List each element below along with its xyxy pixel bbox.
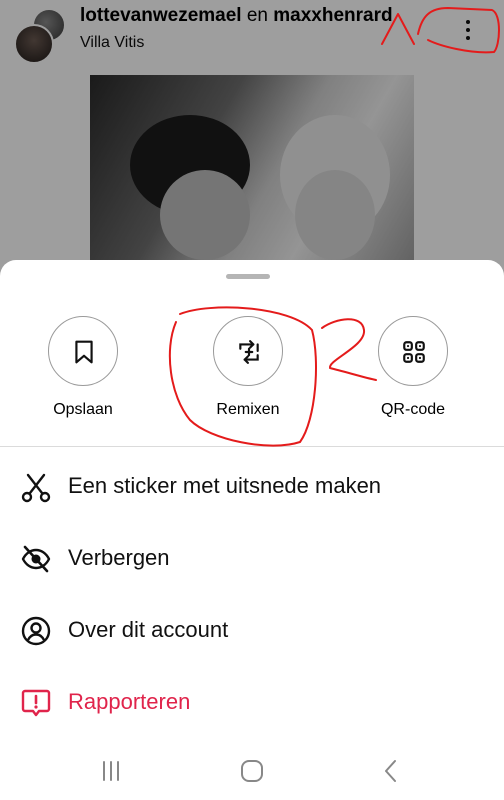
remix-button[interactable]: Remixen: [193, 316, 303, 428]
menu-item-hide[interactable]: Verbergen: [0, 529, 504, 585]
menu-item-about-account[interactable]: Over dit account: [0, 601, 504, 657]
recent-apps-icon[interactable]: [96, 758, 126, 784]
menu-item-label: Rapporteren: [68, 689, 191, 714]
save-button-circle[interactable]: [48, 316, 118, 386]
menu-item-label: Over dit account: [68, 617, 229, 642]
home-icon[interactable]: [237, 758, 267, 784]
menu-item-label: Verbergen: [68, 545, 170, 570]
qr-code-icon: [403, 341, 425, 363]
sheet-drag-handle[interactable]: [226, 274, 270, 279]
qr-code-button[interactable]: QR-code: [358, 316, 468, 428]
back-icon[interactable]: [376, 758, 406, 784]
qr-code-button-circle[interactable]: [378, 316, 448, 386]
save-label: Opslaan: [53, 401, 113, 418]
qr-code-label: QR-code: [380, 401, 446, 418]
save-button[interactable]: Opslaan: [28, 316, 138, 428]
remix-label: Remixen: [216, 401, 280, 418]
account-icon: [21, 616, 51, 646]
report-icon: [21, 689, 51, 717]
remix-icon: [239, 340, 259, 364]
menu-item-report[interactable]: Rapporteren: [0, 673, 504, 729]
system-navigation-bar: [0, 740, 504, 800]
eye-off-icon: [21, 545, 51, 573]
remix-button-circle[interactable]: [213, 316, 283, 386]
options-bottom-sheet: Opslaan Remixen QR-code Een sticker met …: [0, 260, 504, 800]
menu-item-label: Een sticker met uitsnede maken: [68, 473, 382, 498]
bookmark-icon: [75, 340, 93, 364]
menu-item-cutout-sticker[interactable]: Een sticker met uitsnede maken: [0, 457, 504, 513]
divider: [0, 446, 504, 447]
scissors-icon: [21, 473, 51, 503]
